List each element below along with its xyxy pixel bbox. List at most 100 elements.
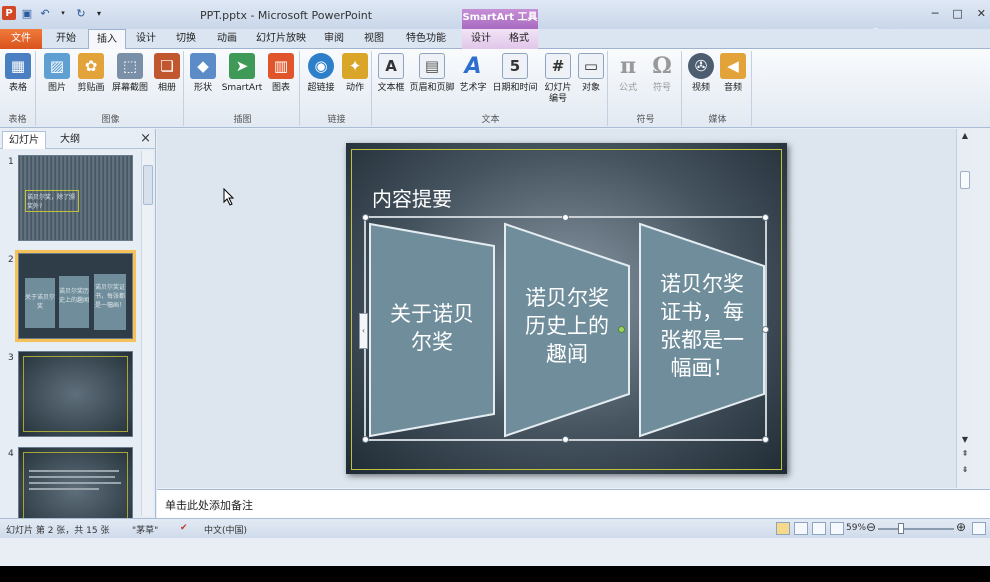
thumb-text-line [29,488,99,490]
resize-handle[interactable] [362,214,369,221]
text-pane-toggle[interactable]: ‹ [359,313,368,349]
language-indicator[interactable]: 中文(中国) [204,523,247,536]
rotation-handle[interactable] [618,326,625,333]
current-slide[interactable]: 内容提要 关于诺贝 尔奖 诺贝尔奖 历史上的 趣闻 诺贝尔奖 证书，每 张都是一… [346,143,787,474]
spellcheck-icon[interactable]: ✔ [180,523,188,533]
powerpoint-logo-icon[interactable]: P [2,6,16,20]
text-line: 趣闻 [546,342,588,366]
scroll-up-icon[interactable]: ▲ [957,131,973,140]
datetime-button[interactable]: 5 日期和时间 [490,53,540,94]
tab-insert[interactable]: 插入 [88,29,126,50]
symbol-label: 符号 [652,83,671,93]
video-button[interactable]: ✇ 视频 [686,53,716,94]
slide-thumbnail-2[interactable]: 关于诺贝尔奖 诺贝尔奖历史上的趣闻 诺贝尔奖证书，每张都是一幅画！ [15,250,136,342]
album-button[interactable]: ❏ 相册 [152,53,182,94]
slide-sorter-icon[interactable] [794,522,808,535]
ribbon-group-tables: ▦ 表格 表格 [0,51,36,126]
picture-button[interactable]: ▨ 图片 [42,53,72,94]
scrollbar-thumb[interactable] [960,171,970,189]
tab-view[interactable]: 视图 [356,29,392,49]
action-label: 动作 [345,83,364,93]
customize-qat-icon[interactable]: ▾ [92,6,106,20]
mouse-cursor-icon [223,188,235,206]
thumb-frame [23,356,128,432]
resize-handle[interactable] [762,436,769,443]
header-footer-button[interactable]: ▤ 页眉和页脚 [408,53,456,94]
zoom-level[interactable]: 59% [846,523,866,533]
audio-button[interactable]: ◀ 音频 [718,53,748,94]
editor-vertical-scrollbar[interactable]: ▲ ▼ ⇞ ⇟ [956,129,973,488]
ribbon-tabs: 文件 开始 插入 设计 切换 动画 幻灯片放映 审阅 视图 特色功能 设计 格式 [0,29,990,50]
undo-dropdown-icon[interactable]: ▾ [56,6,70,20]
resize-handle[interactable] [362,436,369,443]
speaker-icon: ◀ [720,53,746,79]
tab-review[interactable]: 审阅 [316,29,352,49]
tab-animations[interactable]: 动画 [208,29,246,49]
scrollbar-thumb[interactable] [143,165,153,205]
zoom-out-icon[interactable]: ⊖ [866,520,876,534]
object-button[interactable]: ▭ 对象 [576,53,606,94]
close-pane-icon[interactable]: × [140,131,151,146]
tab-smartart-format[interactable]: 格式 [500,29,538,49]
next-slide-icon[interactable]: ⇟ [957,465,973,474]
group-label-illustrations: 插图 [233,115,252,125]
tab-transitions[interactable]: 切换 [168,29,204,49]
screenshot-button[interactable]: ⬚ 屏幕截图 [110,53,150,94]
tab-file[interactable]: 文件 [0,29,42,49]
resize-handle[interactable] [562,436,569,443]
hyperlink-button[interactable]: ◉ 超链接 [304,53,338,94]
tab-design[interactable]: 设计 [128,29,164,49]
smartart-icon: ➤ [229,53,255,79]
smartart-shape-3[interactable]: 诺贝尔奖 证书，每 张都是一 幅画！ [638,222,766,438]
close-icon[interactable]: ✕ [977,7,986,20]
resize-handle[interactable] [562,214,569,221]
zoom-slider[interactable] [878,528,954,530]
slides-pane-scrollbar[interactable] [141,151,153,516]
clipart-button[interactable]: ✿ 剪贴画 [74,53,108,94]
fit-to-window-icon[interactable] [972,522,986,535]
save-icon[interactable]: ▣ [20,6,34,20]
slide-thumbnail-1[interactable]: 诺贝尔奖，除了颁奖外? [18,155,133,241]
table-button[interactable]: ▦ 表格 [2,53,34,94]
zoom-in-icon[interactable]: ⊕ [956,520,966,534]
wordart-icon: A [464,53,482,79]
slide-title[interactable]: 内容提要 [372,183,452,212]
notes-pane[interactable]: 单击此处添加备注 [157,489,990,518]
ribbon-group-media: ✇ 视频 ◀ 音频 媒体 [684,51,752,126]
tab-outline[interactable]: 大纲 [50,131,90,149]
redo-icon[interactable]: ↻ [74,6,88,20]
tab-home[interactable]: 开始 [46,29,86,49]
scroll-down-icon[interactable]: ▼ [957,435,973,444]
resize-handle[interactable] [762,326,769,333]
tab-smartart-design[interactable]: 设计 [462,29,500,49]
audio-label: 音频 [723,83,742,93]
resize-handle[interactable] [762,214,769,221]
header-footer-label: 页眉和页脚 [409,83,455,93]
thumb-text-line [29,482,121,484]
undo-icon[interactable]: ↶ [38,6,52,20]
smartart-graphic[interactable]: 关于诺贝 尔奖 诺贝尔奖 历史上的 趣闻 诺贝尔奖 证书，每 张都是一 幅画！ [362,214,769,443]
normal-view-icon[interactable] [776,522,790,535]
tab-features[interactable]: 特色功能 [398,29,454,49]
equation-button[interactable]: π 公式 [612,53,644,94]
chart-button[interactable]: ▥ 图表 [266,53,296,94]
tab-slideshow[interactable]: 幻灯片放映 [250,29,312,49]
action-star-icon: ✦ [342,53,368,79]
smartart-shape-1[interactable]: 关于诺贝 尔奖 [368,222,496,438]
smartart-shape-2[interactable]: 诺贝尔奖 历史上的 趣闻 [503,222,631,438]
smartart-button[interactable]: ➤ SmartArt [220,53,264,94]
tab-slides[interactable]: 幻灯片 [2,131,46,149]
reading-view-icon[interactable] [812,522,826,535]
textbox-button[interactable]: A 文本框 [374,53,408,94]
wordart-button[interactable]: A 艺术字 [456,53,490,94]
zoom-slider-knob[interactable] [898,523,904,534]
slide-thumbnail-3[interactable] [18,351,133,437]
slideshow-view-icon[interactable] [830,522,844,535]
slide-number-button[interactable]: # 幻灯片 编号 [540,53,576,105]
equation-label: 公式 [618,83,637,93]
globe-icon: ◉ [308,53,334,79]
action-button[interactable]: ✦ 动作 [340,53,370,94]
symbol-button[interactable]: Ω 符号 [646,53,678,94]
previous-slide-icon[interactable]: ⇞ [957,449,973,458]
shapes-button[interactable]: ◆ 形状 [188,53,218,94]
